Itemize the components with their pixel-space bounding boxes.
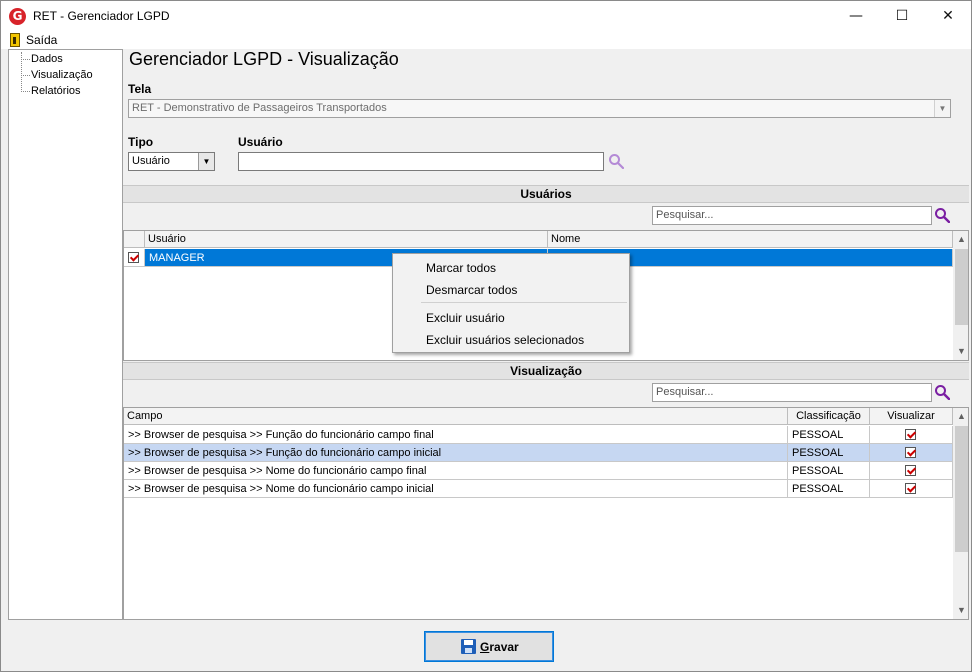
menu-separator [421,302,627,303]
app-logo-icon: G [9,8,26,25]
scroll-thumb[interactable] [955,426,968,552]
scroll-down-icon[interactable]: ▼ [953,602,968,619]
column-header-usuario[interactable]: Usuário [145,231,548,248]
row-check-cell[interactable] [124,249,145,267]
title-bar[interactable]: G RET - Gerenciador LGPD — ☐ ✕ [1,1,971,31]
scroll-thumb[interactable] [955,249,968,325]
scroll-up-icon[interactable]: ▲ [953,408,968,425]
visualizacao-section-header: Visualização [123,362,969,380]
window-title: RET - Gerenciador LGPD [33,9,170,23]
tree-branch [21,75,30,76]
column-header-nome[interactable]: Nome [548,231,953,248]
scroll-down-icon[interactable]: ▼ [953,343,968,360]
tipo-select[interactable]: Usuário ▼ [128,152,215,171]
row-campo: >> Browser de pesquisa >> Função do func… [124,444,788,462]
usuarios-scrollbar[interactable]: ▲ ▼ [953,231,968,360]
visualizar-checkbox[interactable] [905,447,916,458]
tipo-select-value: Usuário [132,155,170,167]
row-campo: >> Browser de pesquisa >> Nome do funcio… [124,462,788,480]
tela-label: Tela [128,82,152,96]
table-row[interactable]: >> Browser de pesquisa >> Função do func… [124,444,953,462]
menu-item-desmarcar-todos[interactable]: Desmarcar todos [426,283,517,297]
column-header-classificacao[interactable]: Classificação [788,408,870,425]
tree-connector-line [21,52,22,92]
row-visualizar-cell[interactable] [870,480,953,498]
usuarios-grid-header: Usuário Nome [124,231,953,248]
chevron-down-icon: ▼ [198,153,214,170]
usuarios-search-input[interactable]: Pesquisar... [652,206,932,225]
page-title: Gerenciador LGPD - Visualização [129,49,399,69]
navigation-tree: Dados Visualização Relatórios [8,49,123,620]
row-checkbox[interactable] [128,252,139,263]
visualizacao-search-placeholder: Pesquisar... [656,386,714,398]
usuario-input[interactable] [238,152,604,171]
minimize-button[interactable]: — [833,1,879,31]
scroll-up-icon[interactable]: ▲ [953,231,968,248]
menu-exit[interactable]: Saída [26,33,57,47]
tree-item-dados[interactable]: Dados [31,53,63,65]
menu-bar [1,31,971,49]
maximize-button[interactable]: ☐ [879,1,925,31]
row-classificacao: PESSOAL [788,444,870,462]
table-row[interactable]: >> Browser de pesquisa >> Nome do funcio… [124,462,953,480]
visualizar-checkbox[interactable] [905,483,916,494]
row-classificacao: PESSOAL [788,462,870,480]
row-visualizar-cell[interactable] [870,426,953,444]
tree-branch [21,91,30,92]
column-header-check[interactable] [124,231,145,248]
menu-item-excluir-selecionados[interactable]: Excluir usuários selecionados [426,333,584,347]
save-button-label: Gravar [480,640,519,654]
visualizacao-grid-header: Campo Classificação Visualizar [124,408,953,425]
row-classificacao: PESSOAL [788,426,870,444]
row-campo: >> Browser de pesquisa >> Função do func… [124,426,788,444]
usuarios-section-header: Usuários [123,185,969,203]
app-window: G RET - Gerenciador LGPD — ☐ ✕ Saída Dad… [0,0,972,672]
visualizar-checkbox[interactable] [905,465,916,476]
tree-item-visualizacao[interactable]: Visualização [31,69,93,81]
tela-select-value: RET - Demonstrativo de Passageiros Trans… [132,102,387,114]
save-accelerator-letter: G [480,640,490,654]
table-row[interactable]: >> Browser de pesquisa >> Nome do funcio… [124,480,953,498]
tipo-label: Tipo [128,135,154,149]
exit-door-icon[interactable] [10,33,20,47]
tela-select[interactable]: RET - Demonstrativo de Passageiros Trans… [128,99,951,118]
visualizacao-scrollbar[interactable]: ▲ ▼ [953,408,968,619]
visualizacao-grid: Campo Classificação Visualizar >> Browse… [123,407,969,620]
usuario-label: Usuário [238,135,283,149]
table-row[interactable]: >> Browser de pesquisa >> Função do func… [124,426,953,444]
chevron-down-icon: ▼ [934,100,950,117]
row-visualizar-cell[interactable] [870,444,953,462]
visualizacao-search-input[interactable]: Pesquisar... [652,383,932,402]
floppy-disk-icon [461,639,476,654]
search-icon[interactable] [934,384,950,400]
usuarios-search-placeholder: Pesquisar... [656,209,714,221]
close-button[interactable]: ✕ [925,1,971,31]
save-label-text: ravar [489,640,519,654]
context-menu: Marcar todos Desmarcar todos Excluir usu… [392,253,630,353]
row-visualizar-cell[interactable] [870,462,953,480]
row-campo: >> Browser de pesquisa >> Nome do funcio… [124,480,788,498]
tree-item-relatorios[interactable]: Relatórios [31,85,81,97]
column-header-campo[interactable]: Campo [124,408,788,425]
menu-item-marcar-todos[interactable]: Marcar todos [426,261,496,275]
visualizar-checkbox[interactable] [905,429,916,440]
tree-branch [21,59,30,60]
column-header-visualizar[interactable]: Visualizar [870,408,953,425]
save-button[interactable]: Gravar [424,631,554,662]
row-classificacao: PESSOAL [788,480,870,498]
menu-item-excluir-usuario[interactable]: Excluir usuário [426,311,505,325]
search-icon[interactable] [608,153,624,169]
search-icon[interactable] [934,207,950,223]
